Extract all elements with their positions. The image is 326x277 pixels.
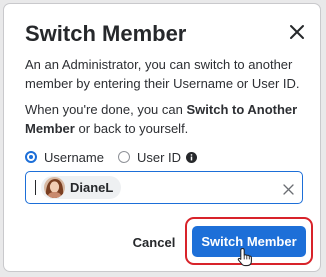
user-id-radio-label[interactable]: User ID	[137, 150, 181, 165]
close-icon	[283, 184, 294, 195]
dialog-title: Switch Member	[25, 21, 187, 46]
done-text-prefix: When you're done, you can	[25, 102, 187, 117]
member-avatar	[44, 177, 65, 198]
switch-member-dialog: Switch Member An an Administrator, you c…	[3, 3, 321, 272]
member-chip-name: DianeL	[70, 180, 114, 195]
done-text-suffix: or back to yourself.	[74, 121, 189, 136]
clear-input-button[interactable]	[283, 182, 294, 195]
member-search-input[interactable]: DianeL	[25, 171, 303, 204]
username-radio[interactable]	[25, 151, 37, 163]
selected-member-chip[interactable]: DianeL	[41, 176, 122, 199]
hand-pointer-icon	[237, 247, 252, 267]
lookup-type-radio-group: Username User ID	[25, 149, 198, 165]
close-icon	[290, 25, 304, 39]
username-radio-label[interactable]: Username	[44, 150, 104, 165]
done-text: When you're done, you can Switch to Anot…	[25, 100, 305, 138]
intro-text: An an Administrator, you can switch to a…	[25, 57, 300, 91]
user-id-radio[interactable]	[117, 151, 130, 163]
close-dialog-button[interactable]	[287, 22, 307, 42]
info-icon[interactable]	[186, 151, 198, 163]
cancel-button[interactable]: Cancel	[130, 230, 178, 254]
text-caret	[35, 180, 36, 195]
